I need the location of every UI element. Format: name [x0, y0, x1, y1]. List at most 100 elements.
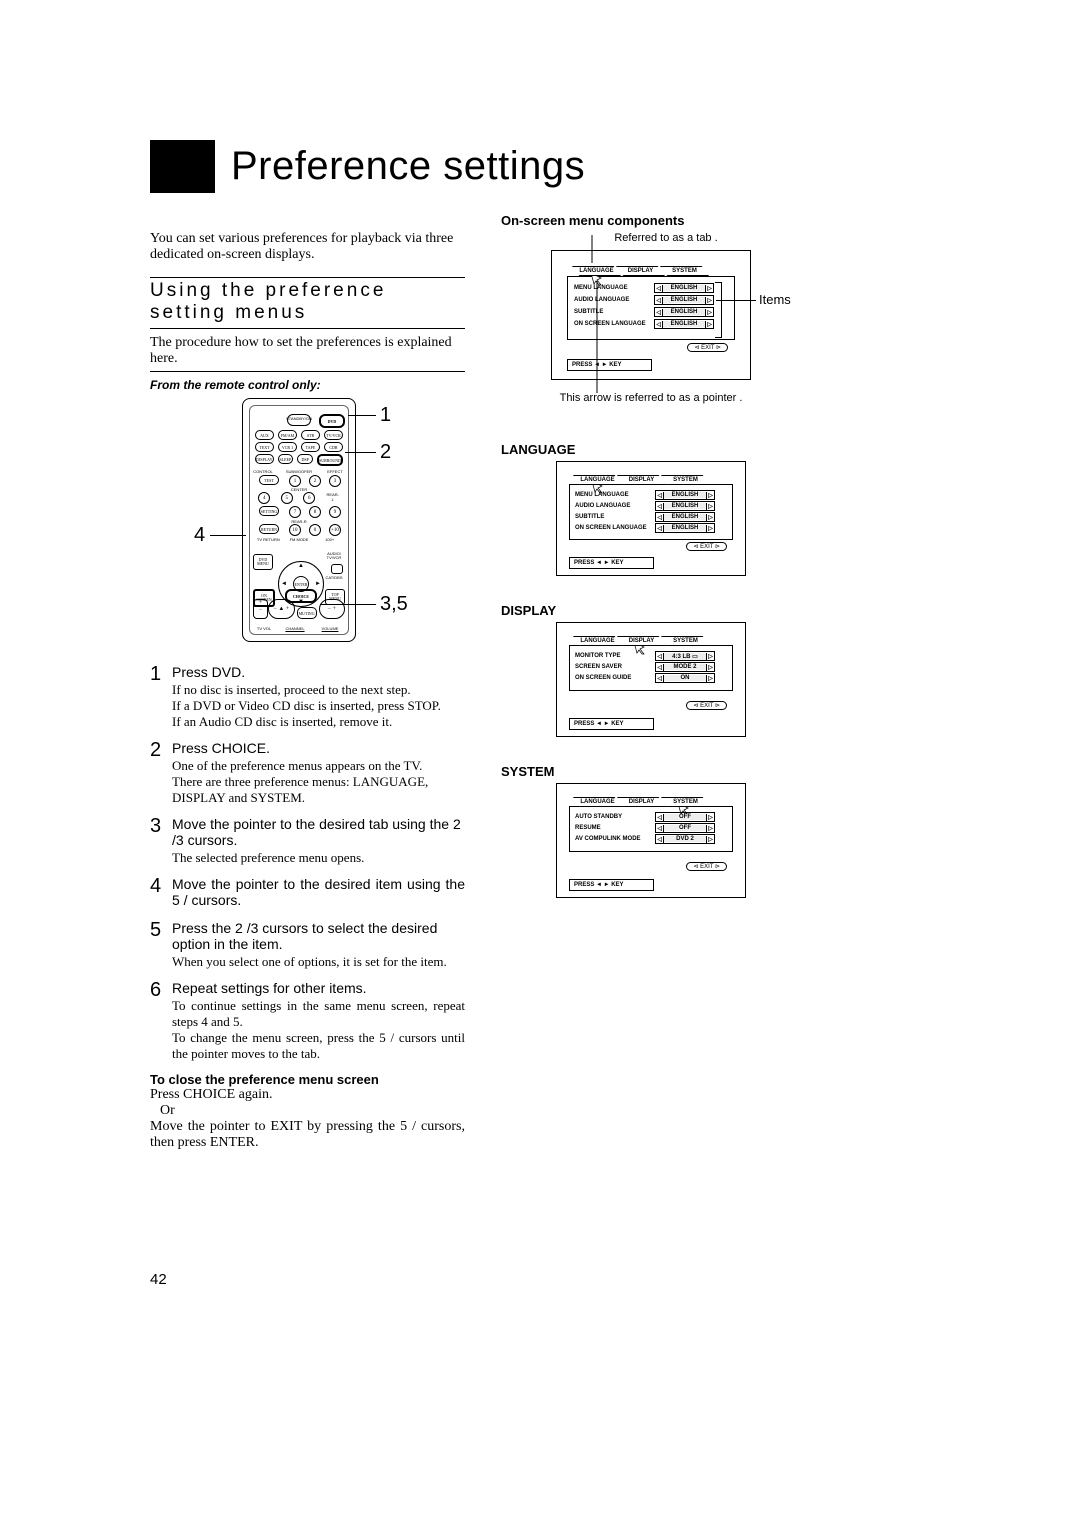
item-onscreen-lang-label: ON SCREEN LANGUAGE	[574, 321, 654, 327]
tab-display-3: DISPLAY	[617, 636, 666, 646]
dvd-button: DVD	[319, 414, 345, 428]
test-button: TEST	[259, 475, 279, 485]
exit-button: ⊲ EXIT ⊳	[687, 343, 728, 352]
num-4: 4	[258, 492, 270, 504]
exit-button-4: ⊲ EXIT ⊳	[686, 862, 727, 871]
lead-1-line	[348, 415, 376, 416]
num-5: 5	[281, 492, 293, 504]
tab-system-4: SYSTEM	[661, 797, 710, 807]
step-5: 5 Press the 2 /3 cursors to select the d…	[150, 920, 465, 970]
press-key-label: PRESS ◄ ► KEY	[567, 359, 652, 371]
item-subtitle-value: ◁ENGLISH▷	[654, 307, 714, 317]
step-2-head: Press CHOICE.	[172, 740, 465, 756]
num-3: 3	[329, 475, 341, 487]
surround-button: SURROUND	[317, 454, 343, 466]
hundred-label: 100+	[314, 537, 345, 542]
audio-tvvcr-label: AUDIO/ TV/VCR	[323, 552, 345, 560]
pointer-note: This arrow is referred to as a pointer .	[501, 392, 801, 404]
dvd-menu-button: DVD MENU	[253, 554, 273, 570]
tvvol-rocker: + −	[253, 599, 268, 619]
step-4-head: Move the pointer to the desired item usi…	[172, 876, 465, 908]
sys-item3-lbl: AV COMPULINK MODE	[575, 836, 655, 842]
num-7: 7	[289, 506, 301, 518]
press-key-label-4: PRESS ◄ ► KEY	[569, 879, 654, 891]
display-heading: DISPLAY	[501, 603, 801, 618]
num-1: 1	[289, 475, 301, 487]
tvvol-label: TV VOL	[253, 626, 275, 631]
page-title: Preference settings	[215, 140, 601, 193]
sys-item1-lbl: AUTO STANDBY	[575, 814, 655, 820]
audio-button	[331, 564, 343, 574]
tab-language-3: LANGUAGE	[573, 636, 622, 646]
channel-rocker: − ▲ +	[268, 599, 294, 619]
step-3: 3 Move the pointer to the desired tab us…	[150, 816, 465, 866]
num-9: 9	[329, 506, 341, 518]
procedure-intro: The procedure how to set the preferences…	[150, 335, 465, 372]
lead-4-num: 4	[194, 524, 205, 547]
osd-display: LANGUAGE DISPLAY SYSTEM MONITOR TYPE◁4:3…	[556, 622, 746, 737]
disp-item3-val: ◁ON▷	[655, 673, 715, 683]
section-banner: Preference settings	[150, 140, 960, 193]
item-subtitle-label: SUBTITLE	[574, 309, 654, 315]
pointer-leader-line	[596, 281, 598, 393]
disp-item2-lbl: SCREEN SAVER	[575, 664, 655, 670]
press-key-label-3: PRESS ◄ ► KEY	[569, 718, 654, 730]
left-arrow-icon: ◄	[281, 581, 287, 587]
display-button: DISPLAY	[255, 454, 274, 464]
osd-language: LANGUAGE DISPLAY SYSTEM MENU LANGUAGE◁EN…	[556, 461, 746, 576]
lang2-item4-lbl: ON SCREEN LANGUAGE	[575, 525, 655, 531]
lead-4-line	[210, 535, 246, 536]
language-heading: LANGUAGE	[501, 442, 801, 457]
lang2-item4-val: ◁ENGLISH▷	[655, 523, 715, 533]
control-label: CONTROL	[253, 469, 273, 474]
catdbs-label: CAT/DBS	[323, 575, 345, 580]
step-6: 6 Repeat settings for other items. To co…	[150, 980, 465, 1062]
lead-2-line	[345, 452, 376, 453]
volume-label: VOLUME	[315, 626, 345, 631]
tab-display-4: DISPLAY	[617, 797, 666, 807]
standby-button	[287, 414, 311, 426]
remote-only-note: From the remote control only:	[150, 378, 465, 392]
sleep-button: SLEEP	[278, 454, 294, 464]
press-key-label-2: PRESS ◄ ► KEY	[569, 557, 654, 569]
osd-system: LANGUAGE DISPLAY SYSTEM AUTO STANDBY◁OFF…	[556, 783, 746, 898]
channel-label: CHANNEL	[280, 626, 310, 631]
step-2-body: One of the preference menus appears on t…	[172, 758, 465, 806]
items-brace	[715, 282, 722, 338]
lang2-item3-lbl: SUBTITLE	[575, 514, 655, 520]
subwoofer-label: SUBWOOFER	[279, 469, 319, 474]
close-heading: To close the preference menu screen	[150, 1072, 465, 1087]
step-1: 1 Press DVD. If no disc is inserted, pro…	[150, 664, 465, 730]
dsp-button: DSP	[297, 454, 313, 464]
close-line1: Press CHOICE again.	[150, 1087, 465, 1103]
lead-35-num: 3,5	[380, 593, 408, 616]
step-2: 2 Press CHOICE. One of the preference me…	[150, 740, 465, 806]
item-menu-lang-label: MENU LANGUAGE	[574, 285, 654, 291]
items-label: Items	[759, 292, 791, 307]
num-8: 8	[309, 506, 321, 518]
remote-body: STANDBY/ON DVD AUX FM/AM STB TV/VCR TEX	[242, 398, 356, 642]
close-line3: Move the pointer to EXIT by pressing the…	[150, 1119, 465, 1151]
components-heading: On-screen menu components	[501, 213, 801, 228]
right-arrow-icon: ►	[315, 581, 321, 587]
items-leader-line	[716, 300, 756, 301]
step-3-body: The selected preference menu opens.	[172, 850, 465, 866]
banner-black-box	[150, 140, 215, 193]
step-5-head: Press the 2 /3 cursors to select the des…	[172, 920, 465, 952]
page-number: 42	[150, 1271, 465, 1288]
num-6: 6	[303, 492, 315, 504]
step-3-num: 3	[150, 816, 172, 866]
num-2: 2	[309, 475, 321, 487]
tab-leader-line	[582, 235, 602, 263]
step-5-body: When you select one of options, it is se…	[172, 954, 465, 970]
step-6-body: To continue settings in the same menu sc…	[172, 998, 465, 1062]
tab-system-2: SYSTEM	[661, 475, 710, 485]
sys-item2-lbl: RESUME	[575, 825, 655, 831]
num-10: 10	[289, 524, 301, 536]
step-4-num: 4	[150, 876, 172, 910]
tab-display-2: DISPLAY	[617, 475, 666, 485]
num-0: 0	[309, 524, 321, 536]
volume-rocker: − +	[319, 599, 345, 619]
sys-item1-val: ◁OFF▷	[655, 812, 715, 822]
lead-2-num: 2	[380, 441, 391, 464]
